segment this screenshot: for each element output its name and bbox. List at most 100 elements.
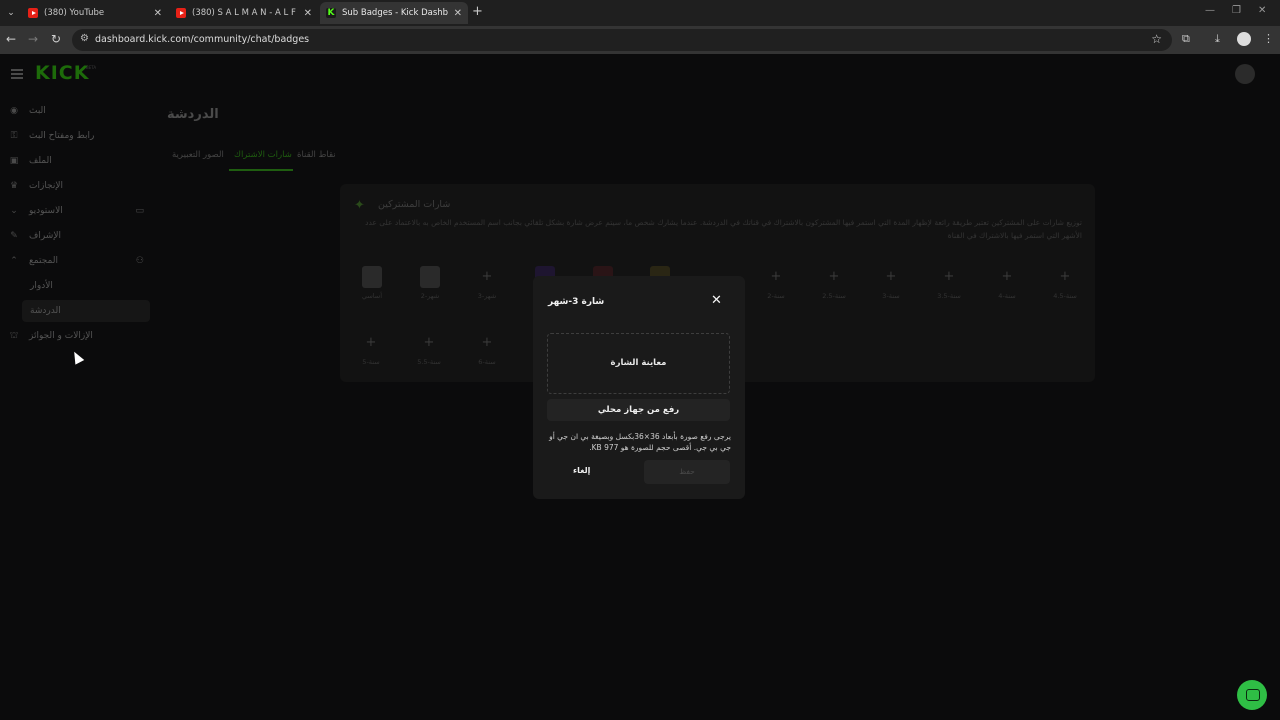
badge-slot-label: سنة-4.5 [1053, 292, 1077, 300]
cancel-button[interactable]: إلغاء [573, 466, 590, 475]
kick-dashboard-page: KICK BETA ◉ البث ⚿ رابط ومفتاح البث ▣ ال… [0, 54, 1280, 720]
tab-sub-badges[interactable]: شارات الاشتراك [234, 150, 292, 160]
plus-icon: + [481, 335, 493, 350]
sidebar-item-rewards[interactable]: ⛫ الإزالات و الجوائز [8, 325, 150, 347]
back-icon[interactable]: ← [6, 32, 16, 46]
sidebar-item-label: رابط ومفتاح البث [29, 131, 95, 141]
close-tab-icon[interactable]: ✕ [154, 8, 162, 19]
plus-icon: + [943, 269, 955, 284]
badge-slot-label: سنة-6 [478, 358, 496, 366]
user-avatar[interactable] [1235, 64, 1255, 84]
sidebar-item-moderation[interactable]: ✎ الإشراف [8, 225, 150, 247]
badge-slot[interactable]: + سنة-4 [987, 266, 1027, 314]
sidebar-item-chat[interactable]: الدردشة [22, 300, 150, 322]
tab-emotes[interactable]: الصور التعبيرية [172, 150, 224, 160]
badge-preview-area[interactable]: معاينة الشارة [547, 333, 730, 394]
support-chat-button[interactable] [1237, 680, 1267, 710]
close-window-icon[interactable]: ✕ [1258, 5, 1266, 16]
sidebar-item-community[interactable]: ⌃ المجتمع ⚇ [8, 250, 150, 272]
card-description: توزيع شارات على المشتركين تعتبر طريقة را… [365, 218, 1082, 240]
card-title: شارات المشتركين [378, 199, 451, 210]
badge-slot[interactable]: + سنة-4.5 [1045, 266, 1085, 314]
badge-slot[interactable]: أساسي [352, 266, 392, 314]
badge-slot[interactable]: + سنة-2 [756, 266, 796, 314]
plus-icon: + [481, 269, 493, 284]
kick-icon: K [326, 8, 336, 18]
profile-icon: ▣ [9, 156, 19, 166]
broadcast-icon: ◉ [10, 106, 18, 116]
upload-hint: يرجى رفع صورة بأبعاد 36×36بكسل وبصيغة بي… [549, 432, 731, 452]
upload-from-device-button[interactable]: رفع من جهاز محلي [547, 399, 730, 421]
forward-icon[interactable]: → [28, 32, 38, 46]
plus-icon: + [365, 335, 377, 350]
badge-slot-label: سنة-2 [767, 292, 785, 300]
badge-slot-label: أساسي [361, 292, 383, 300]
badge-image [362, 266, 382, 288]
sidebar-item-label: الملف [29, 156, 52, 166]
badge-slot-label: سنة-5 [362, 358, 380, 366]
badge-slot[interactable]: + سنة-5 [351, 332, 391, 380]
browser-toolbar: ← → ↻ ⚙ dashboard.kick.com/community/cha… [0, 26, 1280, 54]
save-button[interactable]: حفظ [644, 460, 730, 484]
sidebar-item-achievements[interactable]: ♛ الإنجازات [8, 175, 150, 197]
modal-title: شارة 3-شهر [548, 297, 605, 307]
badge-slot[interactable]: + سنة-2.5 [814, 266, 854, 314]
mouse-cursor [69, 349, 85, 365]
plus-icon: + [828, 269, 840, 284]
sidebar-item-label: المجتمع [29, 256, 58, 266]
badge-slot[interactable]: + سنة-6 [467, 332, 507, 380]
badge-slot-label: سنة-5.5 [417, 358, 441, 366]
badge-slot[interactable]: + سنة-3 [871, 266, 911, 314]
badge-slot[interactable]: + شهر-3 [467, 266, 507, 314]
browser-menu-icon[interactable]: ⋮ [1263, 32, 1274, 45]
users-icon: ⚇ [135, 256, 144, 266]
sidebar-item-label: الإشراف [29, 231, 61, 241]
tab-list-chevron-icon[interactable]: ⌄ [3, 5, 19, 21]
youtube-icon [176, 8, 186, 18]
download-icon[interactable]: ⤓ [1215, 32, 1220, 46]
key-icon: ⚿ [10, 131, 18, 141]
badge-slot-label: شهر-3 [477, 292, 497, 300]
site-info-icon[interactable]: ⚙ [80, 33, 89, 44]
sidebar-item-label: البث [29, 106, 46, 116]
browser-profile-avatar[interactable] [1237, 32, 1251, 46]
studio-icon: ▭ [135, 206, 144, 216]
sidebar-item-stream[interactable]: ◉ البث [8, 100, 150, 122]
address-bar[interactable]: ⚙ dashboard.kick.com/community/chat/badg… [72, 29, 1172, 51]
beta-badge: BETA [86, 65, 97, 70]
badge-slot-label: سنة-4 [998, 292, 1016, 300]
plus-icon: + [770, 269, 782, 284]
close-tab-icon[interactable]: ✕ [454, 8, 462, 19]
badge-slot-label: سنة-2.5 [822, 292, 846, 300]
sidebar-item-stream-key[interactable]: ⚿ رابط ومفتاح البث [8, 125, 150, 147]
browser-tab-youtube-channel[interactable]: (380) S A L M A N - A L F A I F I ✕ [170, 2, 318, 24]
browser-tab-youtube[interactable]: (380) YouTube ✕ [22, 2, 168, 24]
sidebar-item-roles[interactable]: الأدوار [22, 275, 150, 297]
url-text: dashboard.kick.com/community/chat/badges [95, 34, 310, 45]
badge-slot[interactable]: شهر-2 [410, 266, 450, 314]
minimize-icon[interactable]: — [1205, 5, 1215, 16]
reload-icon[interactable]: ↻ [51, 32, 61, 46]
extensions-icon[interactable]: ⧉ [1182, 32, 1190, 46]
new-tab-icon[interactable]: + [472, 4, 483, 19]
badge-image [420, 266, 440, 288]
menu-icon[interactable] [11, 69, 23, 79]
close-tab-icon[interactable]: ✕ [304, 8, 312, 19]
badge-slot[interactable]: + سنة-3.5 [929, 266, 969, 314]
tab-title: (380) YouTube [44, 8, 105, 18]
sidebar-item-label: الاستوديو [29, 206, 63, 216]
badge-slot[interactable]: + سنة-5.5 [409, 332, 449, 380]
badge-preview-label: معاينة الشارة [610, 358, 667, 368]
bookmark-star-icon[interactable]: ☆ [1151, 32, 1162, 46]
chevron-down-icon: ⌄ [10, 206, 18, 216]
close-icon[interactable]: ✕ [711, 293, 722, 308]
active-tab-indicator [229, 169, 293, 171]
browser-tab-kick-dashboard[interactable]: K Sub Badges - Kick Dashboard ✕ [320, 2, 468, 24]
badge-slot-label: سنة-3 [882, 292, 900, 300]
restore-icon[interactable]: ❐ [1232, 5, 1241, 16]
sidebar-item-studio[interactable]: ⌄ الاستوديو ▭ [8, 200, 150, 222]
kick-logo[interactable]: KICK [35, 62, 89, 84]
sidebar-item-profile[interactable]: ▣ الملف [8, 150, 150, 172]
tab-channel-points[interactable]: نقاط القناة [297, 150, 336, 160]
plus-icon: + [885, 269, 897, 284]
